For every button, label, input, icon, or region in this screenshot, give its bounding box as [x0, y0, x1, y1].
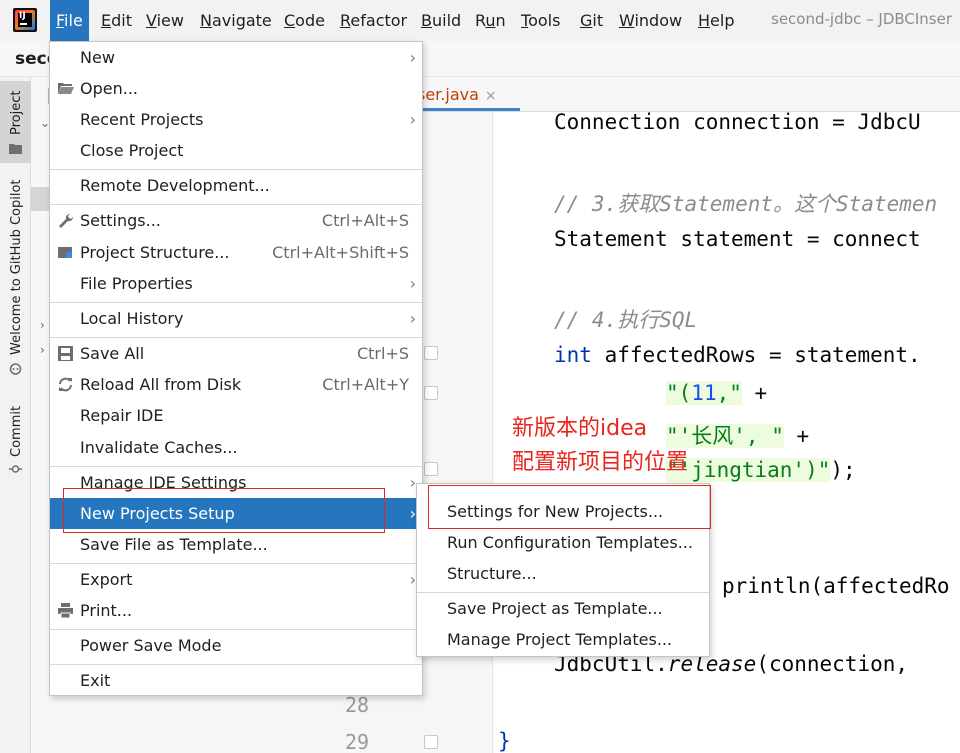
open-folder-icon	[58, 83, 74, 94]
menu-item-save-file-as-template[interactable]: Save File as Template...	[50, 529, 422, 560]
file-menu-dropdown: New › Open... Recent Projects › Close Proj…	[49, 41, 423, 696]
code-line: }	[498, 729, 511, 753]
menu-item-export[interactable]: Export ›	[50, 564, 422, 595]
close-icon[interactable]: ×	[485, 88, 497, 104]
line-number: 28	[345, 693, 370, 717]
menu-item-repair-ide[interactable]: Repair IDE	[50, 400, 422, 431]
wrench-icon	[59, 213, 74, 228]
print-icon	[58, 603, 73, 618]
menu-item-file-properties[interactable]: File Properties ›	[50, 268, 422, 299]
menu-item-recent-projects[interactable]: Recent Projects ›	[50, 104, 422, 135]
submenu-item-run-configuration-templates[interactable]: Run Configuration Templates...	[417, 527, 709, 558]
reload-icon	[59, 377, 72, 392]
menu-item-power-save-mode[interactable]: Power Save Mode	[50, 630, 422, 661]
chevron-right-icon[interactable]: ›	[40, 343, 45, 357]
menu-item-reload-all[interactable]: Reload All from Disk Ctrl+Alt+Y	[50, 369, 422, 400]
code-comment: // 4.执行SQL	[554, 308, 698, 332]
code-line: int affectedRows = statement.	[554, 343, 921, 367]
menu-refactor[interactable]: Refactor	[334, 0, 413, 41]
menu-item-local-history[interactable]: Local History ›	[50, 303, 422, 334]
menu-navigate[interactable]: Navigate	[194, 0, 278, 41]
project-tool-tab[interactable]: Project	[0, 81, 31, 163]
menu-item-print[interactable]: Print...	[50, 595, 422, 626]
menu-git[interactable]: Git	[574, 0, 609, 41]
editor-tab-label: ser.java	[417, 85, 479, 104]
menu-window[interactable]: Window	[613, 0, 688, 41]
menu-item-exit[interactable]: Exit	[50, 665, 422, 696]
copilot-tool-label: Welcome to GitHub Copilot	[9, 179, 24, 355]
commit-tool-tab[interactable]: Commit	[0, 397, 31, 487]
chevron-right-icon: ›	[409, 110, 416, 129]
code-line: "'jingtian')");	[666, 458, 856, 482]
intellij-logo-icon[interactable]	[13, 8, 37, 32]
fold-marker-icon[interactable]	[424, 346, 438, 360]
fold-marker-icon[interactable]	[424, 462, 438, 476]
menu-help[interactable]: Help	[692, 0, 740, 41]
annotation-highlight-box	[63, 488, 385, 533]
annotation-text: 新版本的idea	[512, 416, 648, 441]
menu-bar: File Edit View Navigate Code Refactor Bu…	[0, 0, 960, 41]
code-comment: // 3.获取Statement。这个Statemen	[554, 192, 938, 216]
commit-tool-label: Commit	[9, 405, 24, 457]
menu-item-close-project[interactable]: Close Project	[50, 135, 422, 166]
copilot-tool-tab[interactable]: Welcome to GitHub Copilot	[0, 177, 31, 377]
code-line: println(affectedRo	[722, 574, 950, 598]
folder-icon	[9, 144, 22, 154]
left-tool-strip: Project Welcome to GitHub Copilot Commit	[0, 77, 31, 753]
submenu-item-save-project-as-template[interactable]: Save Project as Template...	[417, 593, 709, 624]
menu-item-remote-development[interactable]: Remote Development...	[50, 170, 422, 201]
menu-view[interactable]: View	[140, 0, 190, 41]
code-line: Statement statement = connect	[554, 227, 921, 251]
menu-run[interactable]: Run	[469, 0, 512, 41]
menu-build[interactable]: Build	[415, 0, 467, 41]
chevron-right-icon: ›	[409, 309, 416, 328]
chevron-right-icon: ›	[409, 274, 416, 293]
project-structure-icon	[58, 247, 72, 258]
menu-item-invalidate-caches[interactable]: Invalidate Caches...	[50, 432, 422, 463]
menu-item-open[interactable]: Open...	[50, 73, 422, 104]
editor-tab[interactable]: ser.java ×	[417, 77, 497, 112]
submenu-item-manage-project-templates[interactable]: Manage Project Templates...	[417, 624, 709, 655]
save-icon	[58, 346, 73, 361]
menu-code[interactable]: Code	[278, 0, 331, 41]
window-title: second-jdbc – JDBCInser	[771, 10, 953, 28]
menu-file[interactable]: File	[50, 0, 89, 41]
annotation-text: 配置新项目的位置	[512, 450, 689, 475]
chevron-right-icon[interactable]: ›	[40, 318, 45, 332]
menu-tools[interactable]: Tools	[515, 0, 566, 41]
menu-item-save-all[interactable]: Save All Ctrl+S	[50, 338, 422, 369]
submenu-item-structure[interactable]: Structure...	[417, 558, 709, 589]
code-line: "(11," +	[666, 381, 768, 405]
line-number: 29	[345, 730, 370, 753]
copilot-icon	[9, 363, 22, 375]
fold-marker-icon[interactable]	[424, 386, 438, 400]
commit-icon	[9, 465, 22, 473]
menu-item-project-structure[interactable]: Project Structure... Ctrl+Alt+Shift+S	[50, 237, 422, 268]
menu-item-settings[interactable]: Settings... Ctrl+Alt+S	[50, 205, 422, 236]
code-line: Connection connection = JdbcU	[554, 110, 921, 134]
chevron-right-icon: ›	[409, 48, 416, 67]
annotation-highlight-box	[428, 485, 711, 529]
menu-edit[interactable]: Edit	[95, 0, 138, 41]
project-tool-label: Project	[9, 90, 24, 135]
fold-marker-icon[interactable]	[424, 735, 438, 749]
editor-tab-bar: ser.java ×	[337, 77, 960, 112]
menu-item-new[interactable]: New ›	[50, 42, 422, 73]
